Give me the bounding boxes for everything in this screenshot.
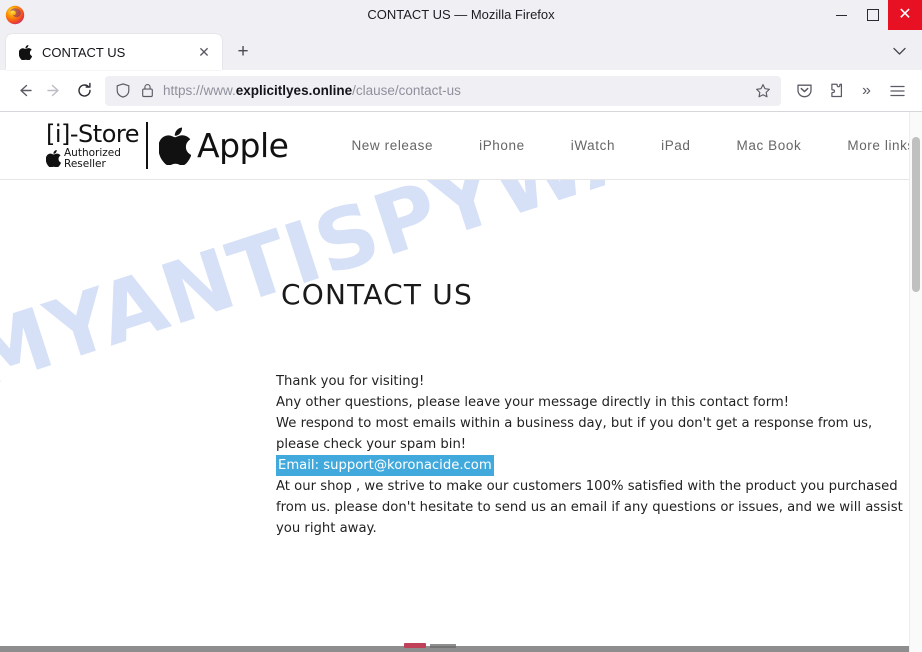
paragraph-email: Email: support@koronacide.com [276,455,909,476]
navigation-toolbar: https://www.explicitlyes.online/clause/c… [0,70,922,112]
url-path: /clause/contact-us [352,83,461,98]
tab-contact-us[interactable]: CONTACT US ✕ [6,34,222,70]
nav-item-ipad[interactable]: iPad [638,138,713,153]
firefox-icon [5,5,25,25]
scrollbar-thumb[interactable] [912,137,920,292]
nav-item-mac-book[interactable]: Mac Book [714,138,825,153]
footer-accent-chip [404,643,426,648]
page-scrollbar[interactable] [909,112,922,652]
toolbar-right-icons: » [789,76,913,106]
apple-icon [17,44,33,60]
nav-item-new-release[interactable]: New release [328,138,456,153]
paragraph-satisfaction: At our shop , we strive to make our cust… [276,479,903,536]
maximize-button[interactable] [857,0,888,30]
overflow-glyph: » [862,81,871,99]
window-controls: ✕ [826,0,922,30]
paragraph-response-time: We respond to most emails within a busin… [276,416,873,452]
tab-strip: CONTACT US ✕ + [0,30,922,70]
page-viewport: [i]-Store Authorized Reseller Apple New … [0,112,922,652]
padlock-icon[interactable] [138,82,156,100]
window-title: CONTACT US — Mozilla Firefox [367,7,555,22]
tab-close-icon[interactable]: ✕ [194,42,214,62]
url-bar[interactable]: https://www.explicitlyes.online/clause/c… [105,75,781,106]
nav-item-iphone[interactable]: iPhone [456,138,548,153]
authorized-reseller-badge: Authorized Reseller [46,147,121,170]
back-button[interactable] [9,76,39,106]
page-title: CONTACT US [281,278,473,311]
paragraph-thank-you: Thank you for visiting! [276,374,425,389]
url-prefix: https://www. [163,83,236,98]
site-header: [i]-Store Authorized Reseller Apple New … [0,112,909,180]
save-to-pocket-icon[interactable] [789,76,820,106]
nav-item-more-links[interactable]: More links [824,138,909,153]
reload-button[interactable] [69,76,99,106]
forward-button[interactable] [39,76,69,106]
istore-wordmark: [i]-Store [46,119,140,148]
apple-logo-wordmark: Apple [159,126,289,165]
nav-item-iwatch[interactable]: iWatch [548,138,638,153]
site-logo[interactable]: [i]-Store Authorized Reseller Apple [46,119,289,170]
paragraph-questions: Any other questions, please leave your m… [276,395,790,410]
url-host: explicitlyes.online [235,83,353,98]
tracking-protection-shield-icon[interactable] [114,82,132,100]
page-footer-strip [0,642,909,652]
apple-icon [159,127,191,165]
title-bar: CONTACT US — Mozilla Firefox ✕ [0,0,922,30]
reseller-text: Authorized Reseller [64,147,121,170]
reseller-line-2: Reseller [64,157,106,170]
list-all-tabs-icon[interactable] [886,38,912,64]
page-content: CONTACT US Thank you for visiting! Any o… [0,278,909,539]
close-button[interactable]: ✕ [888,0,922,30]
tab-title: CONTACT US [42,44,126,60]
email-address-highlighted[interactable]: Email: support@koronacide.com [276,455,494,476]
istore-logo: [i]-Store Authorized Reseller [46,119,148,170]
new-tab-button[interactable]: + [228,37,258,67]
footer-accent-dots [430,644,456,648]
minimize-button[interactable] [826,0,857,30]
close-icon: ✕ [898,6,912,23]
extensions-puzzle-icon[interactable] [820,76,851,106]
firefox-window: CONTACT US — Mozilla Firefox ✕ CONTACT U… [0,0,922,652]
url-text[interactable]: https://www.explicitlyes.online/clause/c… [163,83,752,98]
apple-wordmark: Apple [197,126,289,165]
main-navigation: New release iPhone iWatch iPad Mac Book … [328,138,909,153]
apple-icon [46,150,61,167]
overflow-chevrons-icon[interactable]: » [851,76,882,106]
bookmark-star-icon[interactable] [752,80,774,102]
contact-body-text: Thank you for visiting! Any other questi… [276,371,909,539]
hamburger-menu-icon[interactable] [882,76,913,106]
web-page: [i]-Store Authorized Reseller Apple New … [0,112,909,652]
